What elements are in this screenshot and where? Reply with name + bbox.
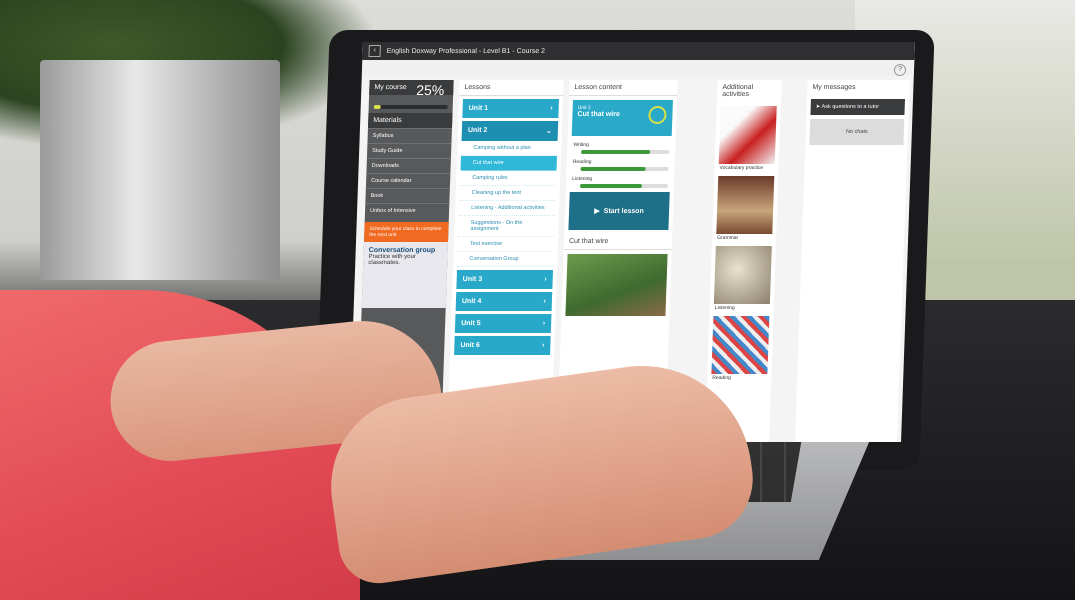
lesson-item[interactable]: Cleaning up the tent (459, 186, 556, 201)
chevron-right-icon: › (542, 320, 546, 327)
camping-photo (565, 254, 668, 316)
unit-label: Unit 4 (461, 298, 482, 305)
material-item[interactable]: Study Guide (366, 143, 452, 158)
unit-label: Unit 2 (467, 127, 488, 134)
preview-title: Cut that wire (563, 234, 673, 250)
activity-thumbnail[interactable] (716, 176, 775, 234)
activity-caption: Vocabulary practice (719, 165, 764, 171)
ask-tutor-button[interactable]: ➤ Ask questions to a tutor (810, 99, 905, 115)
skill-bar-fill (579, 184, 642, 188)
chevron-right-icon: › (550, 105, 553, 112)
progress-value: 25 (415, 82, 433, 98)
conversation-text: Practice with your classmates. (368, 254, 416, 266)
activity-caption: Reading (712, 375, 731, 381)
unit-5-button[interactable]: Unit 5 › (454, 314, 552, 333)
conversation-group-card[interactable]: Conversation group Practice with your cl… (361, 242, 448, 308)
no-chats-text: No chats (809, 119, 905, 145)
unit-2-button[interactable]: Unit 2 ⌄ (461, 121, 559, 141)
progress-unit: % (431, 82, 445, 98)
lesson-item[interactable]: Suggestions - On the assignment (458, 216, 555, 237)
my-course-title: My course (374, 84, 407, 91)
skill-label: Reading (572, 159, 592, 165)
conversation-title: Conversation group (368, 247, 436, 254)
messages-column: My messages ➤ Ask questions to a tutor N… (795, 80, 910, 442)
lesson-card: Unit 2 Cut that wire (571, 100, 673, 136)
additional-header: Additional activities (722, 84, 754, 98)
app-title: English Doxway Professional - Level B1 -… (386, 47, 546, 55)
my-course-header: My course 25% (369, 80, 454, 98)
lesson-content-header: Lesson content (569, 80, 678, 96)
play-icon: ▶ (594, 208, 600, 215)
skill-bar-fill (581, 150, 650, 154)
metal-planter (40, 60, 280, 280)
progress-percent: 25% (416, 82, 445, 98)
lesson-item[interactable]: Camping without a plan (461, 141, 558, 156)
lesson-item[interactable]: Test exercise (457, 237, 555, 252)
messages-header: My messages (812, 84, 856, 91)
skill-bar (580, 167, 669, 171)
app-titlebar: ‹ English Doxway Professional - Level B1… (362, 42, 915, 60)
activity-thumbnail[interactable] (718, 106, 777, 164)
material-item[interactable]: Unbox of Intensive (364, 203, 450, 218)
chevron-right-icon: › (544, 276, 547, 283)
schedule-promo[interactable]: Schedule your class to complete the next… (364, 222, 449, 242)
skill-label: Writing (573, 142, 589, 148)
skill-bar-fill (580, 167, 646, 171)
material-item[interactable]: Book (365, 188, 450, 203)
chevron-right-icon: › (543, 298, 547, 305)
app-topbar (361, 60, 915, 76)
material-item[interactable]: Syllabus (367, 128, 452, 143)
materials-list: Syllabus Study Guide Downloads Course ca… (364, 128, 452, 218)
chevron-down-icon: ⌄ (545, 128, 552, 135)
chevron-right-icon: › (541, 342, 545, 349)
lessons-header: Lessons (459, 80, 564, 96)
course-progress-fill (373, 105, 382, 109)
unit-4-button[interactable]: Unit 4 › (455, 292, 553, 311)
additional-activities-column: Additional activities Vocabulary practic… (705, 80, 782, 442)
activity-caption: Listening (714, 305, 735, 311)
skill-bar (581, 150, 670, 154)
lesson-item-selected[interactable]: Cut that wire (460, 156, 558, 171)
start-lesson-label: Start lesson (603, 207, 644, 215)
unit-1-button[interactable]: Unit 1 › (462, 99, 559, 118)
material-item[interactable]: Downloads (366, 158, 451, 173)
back-arrow-icon[interactable]: ‹ (368, 45, 381, 57)
activity-caption: Grammar (717, 235, 739, 241)
unit-label: Unit 5 (461, 320, 481, 327)
unit-label: Unit 3 (462, 276, 483, 283)
skill-bar (579, 184, 669, 188)
progress-ring-icon (648, 106, 667, 124)
lesson-item[interactable]: Listening - Additional activities (458, 201, 556, 216)
unit-label: Unit 1 (468, 105, 489, 112)
material-item[interactable]: Course calendar (365, 173, 451, 188)
activity-thumbnail[interactable] (713, 246, 772, 304)
ask-tutor-label: Ask questions to a tutor (821, 104, 880, 110)
unit-label: Unit 6 (460, 342, 480, 349)
activity-thumbnail[interactable] (711, 316, 770, 374)
start-lesson-button[interactable]: ▶ Start lesson (568, 192, 670, 230)
lesson-item[interactable]: Camping rules (459, 171, 557, 186)
course-progress-bar (373, 105, 448, 109)
skill-label: Listening (572, 176, 593, 182)
unit-3-button[interactable]: Unit 3 › (456, 270, 554, 289)
unit-6-button[interactable]: Unit 6 › (454, 336, 551, 355)
materials-header: Materials (367, 113, 453, 128)
lesson-item[interactable]: Conversation Group (457, 252, 554, 267)
